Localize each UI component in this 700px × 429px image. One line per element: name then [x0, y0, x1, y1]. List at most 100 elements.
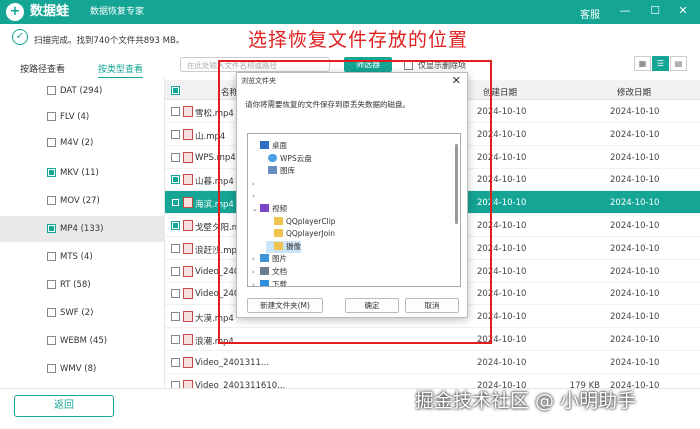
tree-node[interactable]: › 图片 — [252, 253, 287, 265]
sidebar-item-mkv[interactable]: MKV (11) — [0, 160, 165, 186]
checkbox[interactable] — [47, 280, 56, 289]
tree-node-label: 视频 — [272, 204, 287, 213]
cancel-button[interactable]: 取消 — [405, 298, 459, 313]
tree-node[interactable]: › 文档 — [252, 266, 287, 278]
tree-node-label: QQplayerClip — [286, 216, 336, 226]
file-modified-date: 2024-10-10 — [610, 221, 660, 231]
tree-node[interactable]: 桌面 — [252, 140, 287, 152]
sidebar-item-label: SWF (2) — [60, 308, 94, 318]
detail-view-icon[interactable]: ▤ — [670, 56, 687, 71]
tree-node-label: WPS云盘 — [280, 153, 312, 163]
video-file-icon — [183, 334, 193, 345]
tree-node-label: 桌面 — [272, 141, 287, 150]
tree-node[interactable]: 图库 — [260, 165, 295, 177]
sidebar-item-mp4[interactable]: MP4 (133) — [0, 216, 165, 242]
expand-icon[interactable]: › — [252, 266, 260, 278]
sidebar-item-rt[interactable]: RT (58) — [0, 272, 165, 298]
checkbox[interactable] — [47, 112, 56, 121]
file-modified-date: 2024-10-10 — [610, 198, 660, 209]
row-checkbox[interactable] — [171, 152, 180, 162]
expand-icon[interactable]: ⌄ — [252, 203, 260, 215]
file-modified-date: 2024-10-10 — [610, 152, 660, 163]
file-modified-date: 2024-10-10 — [610, 175, 660, 186]
video-file-icon — [183, 288, 193, 300]
sidebar-item-label: WEBM (45) — [60, 336, 108, 346]
expand-icon[interactable]: › — [252, 178, 260, 190]
tree-node[interactable]: QQplayerJoin — [266, 228, 335, 240]
sidebar-item-flv[interactable]: FLV (4) — [0, 104, 165, 130]
sidebar-item-label: WMV (8) — [60, 364, 97, 374]
file-modified-date: 2024-10-10 — [610, 266, 660, 277]
dialog-close-icon[interactable]: ✕ — [452, 74, 461, 87]
ok-button[interactable]: 确定 — [345, 298, 399, 313]
doc-folder-icon — [260, 267, 269, 275]
customer-service-link[interactable]: 客服 — [580, 6, 600, 21]
row-checkbox[interactable] — [171, 243, 180, 253]
table-row[interactable]: Video_2401311... 2024-10-10 2024-10-10 — [165, 351, 700, 374]
minimize-button[interactable]: — — [618, 4, 632, 18]
tab-by-type[interactable]: 按类型查看 — [98, 62, 144, 79]
tree-node[interactable]: WPS云盘 — [260, 153, 312, 165]
checkbox[interactable] — [47, 336, 56, 345]
sidebar-item-dat[interactable]: DAT (294) — [0, 78, 165, 104]
sidebar-item-wmv[interactable]: WMV (8) — [0, 356, 165, 382]
row-checkbox[interactable] — [171, 357, 180, 367]
row-checkbox[interactable] — [171, 266, 180, 276]
tree-node[interactable]: › — [252, 178, 260, 190]
sidebar-item-swf[interactable]: SWF (2) — [0, 300, 165, 326]
sidebar-item-m4v[interactable]: M4V (2) — [0, 130, 165, 156]
close-button[interactable]: ✕ — [676, 4, 690, 18]
row-checkbox[interactable] — [171, 129, 180, 139]
row-checkbox[interactable] — [171, 107, 180, 116]
checkbox[interactable] — [47, 168, 56, 177]
row-checkbox[interactable] — [171, 198, 180, 208]
checkbox[interactable] — [47, 138, 56, 147]
dialog-title: 浏览文件夹 — [241, 77, 276, 85]
row-checkbox[interactable] — [171, 289, 180, 299]
row-checkbox[interactable] — [171, 221, 180, 230]
maximize-button[interactable]: ☐ — [648, 4, 662, 18]
tree-node[interactable]: ⌄ 视频 — [252, 203, 287, 215]
tree-scrollbar[interactable] — [455, 144, 458, 224]
checkbox[interactable] — [47, 308, 56, 317]
tab-by-path[interactable]: 按路径查看 — [20, 62, 65, 75]
file-created-date: 2024-10-10 — [477, 357, 527, 368]
column-modified[interactable]: 修改日期 — [617, 86, 651, 98]
row-checkbox[interactable] — [171, 335, 180, 344]
tree-node-label: 图片 — [272, 254, 287, 264]
video-file-icon — [183, 106, 193, 117]
dl-folder-icon — [260, 279, 269, 286]
checkbox[interactable] — [47, 252, 56, 261]
sidebar-item-label: MP4 (133) — [60, 224, 104, 234]
checkbox[interactable] — [47, 364, 56, 373]
file-modified-date: 2024-10-10 — [610, 335, 660, 345]
expand-icon[interactable]: › — [252, 279, 260, 286]
new-folder-button[interactable]: 新建文件夹(M) — [247, 298, 323, 313]
video-file-icon — [183, 174, 193, 186]
sidebar-item-webm[interactable]: WEBM (45) — [0, 328, 165, 354]
sidebar-item-mov[interactable]: MOV (27) — [0, 188, 165, 214]
row-checkbox[interactable] — [171, 312, 180, 322]
file-modified-date: 2024-10-10 — [610, 289, 660, 300]
expand-icon[interactable]: › — [252, 190, 260, 202]
sidebar-item-mts[interactable]: MTS (4) — [0, 244, 165, 270]
video-file-icon — [183, 356, 193, 368]
folder-folder-icon — [274, 216, 283, 225]
tree-node-label: 文档 — [272, 267, 287, 276]
app-name: 数据蛙 — [30, 4, 70, 19]
video-file-icon — [183, 311, 193, 323]
tree-node[interactable]: › — [252, 190, 260, 202]
back-button[interactable]: 返回 — [14, 395, 114, 417]
tree-node[interactable]: 摄像 — [266, 240, 301, 253]
grid-view-icon[interactable]: ▦ — [634, 56, 651, 71]
tree-node[interactable]: › 下载 — [252, 279, 287, 286]
checkbox[interactable] — [47, 196, 56, 205]
sidebar-item-label: FLV (4) — [60, 112, 90, 122]
row-checkbox[interactable] — [171, 175, 180, 185]
list-view-icon[interactable]: ☰ — [652, 56, 669, 71]
checkbox[interactable] — [47, 224, 56, 233]
checkbox[interactable] — [47, 86, 56, 95]
tree-node[interactable]: QQplayerClip — [266, 216, 336, 228]
select-all-checkbox[interactable] — [171, 86, 180, 95]
expand-icon[interactable]: › — [252, 253, 260, 265]
